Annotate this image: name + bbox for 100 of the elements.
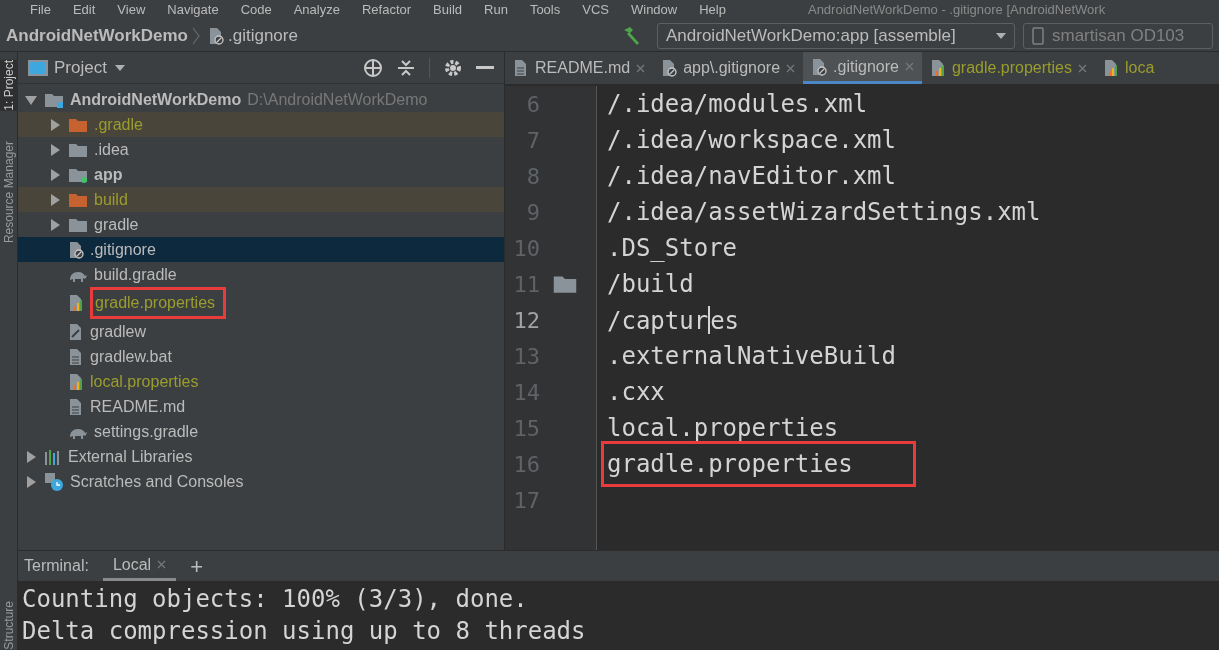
folder-icon [68, 141, 88, 158]
tree-item-label: local.properties [90, 371, 199, 392]
editor-tab[interactable]: loca [1095, 52, 1163, 84]
module-folder-icon [68, 166, 88, 183]
settings-icon[interactable] [444, 58, 462, 77]
tree-item-path: D:\AndroidNetWorkDemo [247, 89, 428, 110]
tree-row[interactable]: settings.gradle [18, 419, 504, 444]
properties-file-icon [68, 294, 84, 312]
menu-item[interactable]: Edit [72, 0, 96, 20]
tree-item-label: README.md [90, 396, 186, 417]
folder-icon [68, 216, 88, 233]
tree-row[interactable]: build [18, 187, 504, 212]
tree-row[interactable]: AndroidNetWorkDemo D:\AndroidNetWorkDemo [18, 87, 504, 112]
tree-item-label: .gradle [94, 114, 143, 135]
ignore-file-icon [68, 240, 84, 259]
folder-icon [68, 116, 88, 133]
dropdown-caret-icon [996, 32, 1006, 39]
tree-item-label: gradlew.bat [90, 346, 172, 367]
editor-tab[interactable]: .gitignore [803, 52, 922, 84]
code-line: .DS_Store [607, 233, 738, 264]
collapsed-arrow-icon[interactable] [49, 218, 61, 231]
phone-icon [1032, 26, 1044, 45]
tree-row[interactable]: .gradle [18, 112, 504, 137]
script-file-icon [68, 322, 84, 341]
tool-window-tab[interactable]: Structure [0, 601, 18, 650]
terminal-output-line: Delta compression using up to 8 threads [22, 616, 587, 647]
editor-tab[interactable]: README.md [505, 52, 654, 84]
project-view-dropdown[interactable]: Project [54, 54, 125, 81]
menu-item[interactable]: Window [630, 0, 678, 20]
tree-item-label: gradle [94, 214, 139, 235]
menu-item[interactable]: VCS [582, 0, 609, 20]
tree-item-label: gradlew [90, 321, 147, 342]
tree-item-label: Scratches and Consoles [70, 471, 244, 492]
tree-item-label: build.gradle [94, 264, 177, 285]
breadcrumb[interactable]: .gitignore [228, 22, 298, 49]
dropdown-caret-icon [114, 64, 125, 71]
menu-item[interactable]: Tools [529, 0, 561, 20]
minimize-icon[interactable] [476, 65, 494, 70]
menu-item[interactable]: Help [699, 0, 726, 20]
libraries-icon [44, 448, 62, 465]
close-icon[interactable] [636, 63, 646, 73]
run-configuration-dropdown[interactable]: AndroidNetWorkDemo:app [assemble] [657, 22, 1015, 49]
line-number: 12 [512, 306, 540, 335]
editor-tab[interactable]: app\.gitignore [653, 52, 804, 84]
tree-row[interactable]: README.md [18, 394, 504, 419]
editor-tab[interactable]: gradle.properties [921, 52, 1095, 84]
code-line: .cxx [607, 377, 665, 408]
menu-item[interactable]: Build [433, 0, 462, 20]
tree-row[interactable]: .idea [18, 137, 504, 162]
menu-item[interactable]: View [117, 0, 146, 20]
collapsed-arrow-icon[interactable] [49, 118, 61, 131]
code-line: /.idea/navEditor.xml [607, 161, 896, 192]
add-terminal-button[interactable]: + [190, 549, 203, 583]
tree-row[interactable]: Scratches and Consoles [18, 469, 504, 494]
tree-item-label: .gitignore [90, 239, 156, 260]
code-line: /build [607, 269, 694, 300]
properties-file-icon [68, 372, 84, 391]
menu-item[interactable]: Refactor [361, 0, 412, 20]
tree-row[interactable]: gradle [18, 212, 504, 237]
close-icon[interactable] [786, 63, 796, 73]
tree-row[interactable]: local.properties [18, 369, 504, 394]
tree-row[interactable]: gradlew.bat [18, 344, 504, 369]
collapsed-arrow-icon[interactable] [25, 450, 37, 463]
menu-item[interactable]: Code [240, 0, 272, 20]
code-line: /.idea/workspace.xml [607, 125, 896, 156]
breadcrumb[interactable]: AndroidNetWorkDemo [6, 22, 188, 49]
close-icon[interactable] [1078, 63, 1087, 73]
menu-item[interactable]: File [30, 0, 51, 20]
close-icon[interactable] [157, 560, 167, 569]
tree-row[interactable]: gradlew [18, 319, 504, 344]
terminal-output-line: Counting objects: 100% (3/3), done. [22, 584, 529, 615]
tree-row[interactable]: app [18, 162, 504, 187]
collapsed-arrow-icon[interactable] [49, 168, 61, 181]
tree-row[interactable]: .gitignore [18, 237, 504, 262]
tree-item-label: app [94, 164, 123, 185]
crosshair-icon[interactable] [363, 57, 383, 78]
text-file-icon [68, 397, 84, 416]
tree-row[interactable]: gradle.properties [18, 287, 504, 319]
code-line: /captures [607, 305, 740, 337]
breadcrumb-separator-icon [192, 26, 200, 45]
tool-window-tab[interactable]: Resource Manager [0, 140, 18, 243]
tree-row[interactable]: build.gradle [18, 262, 504, 287]
tool-window-tab[interactable]: 1: Project [0, 60, 18, 111]
tree-row[interactable]: External Libraries [18, 444, 504, 469]
expanded-arrow-icon[interactable] [25, 93, 37, 106]
collapse-all-icon[interactable] [397, 57, 415, 78]
code-line: /.idea/assetWizardSettings.xml [607, 197, 1041, 228]
tree-item-label: build [94, 189, 128, 210]
tree-item-label: .idea [94, 139, 129, 160]
menu-item[interactable]: Run [484, 0, 508, 20]
window-icon [28, 58, 48, 77]
window-title: AndroidNetWorkDemo - .gitignore [AndroidNetWork [807, 1, 1106, 20]
collapsed-arrow-icon[interactable] [49, 143, 61, 156]
text-file-icon [68, 347, 84, 366]
collapsed-arrow-icon[interactable] [25, 475, 37, 488]
folder-icon [68, 191, 88, 208]
menu-item[interactable]: Navigate [167, 0, 219, 20]
menu-item[interactable]: Analyze [293, 0, 340, 20]
module-folder-icon [44, 91, 64, 108]
collapsed-arrow-icon[interactable] [49, 193, 61, 206]
